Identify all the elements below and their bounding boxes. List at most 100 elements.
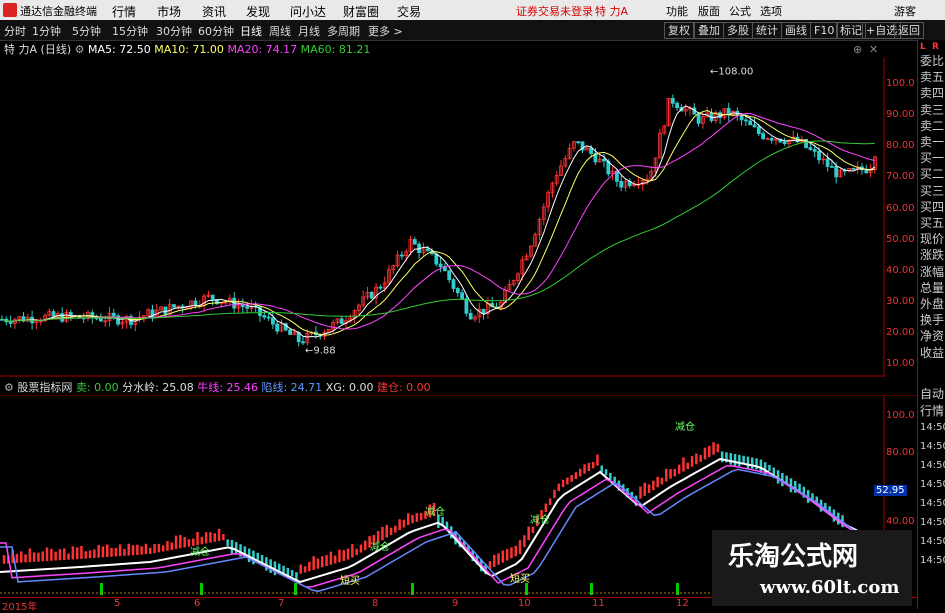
period-30min[interactable]: 30分钟 [156,23,192,39]
period-monthly[interactable]: 月线 [298,23,320,39]
indicator-bar [299,564,302,574]
indicator-bar [415,513,419,522]
time-label: 14:50 [920,441,945,452]
price-tick: 70.00 [886,171,915,182]
candle-body [301,341,305,344]
period-toolbar: 分时 1分钟 5分钟 15分钟 30分钟 60分钟 日线 周线 月线 多周期 更… [0,20,945,41]
indicator-bar [338,549,341,563]
side-tab[interactable]: 行情 [920,402,944,419]
candlestick-chart[interactable]: ←108.00 ←9.88 [0,57,917,377]
candle-body [696,113,701,124]
indicator-bar [579,468,582,477]
period-more[interactable]: 更多 > [368,23,403,39]
indicator-bar [106,544,109,558]
menu-wealth[interactable]: 财富圈 [343,3,379,20]
draw-button[interactable]: 画线 [781,22,811,39]
menu-market[interactable]: 行情 [112,3,136,20]
menu-discover[interactable]: 发现 [246,3,270,20]
menu-news[interactable]: 资讯 [202,3,226,20]
close-panel-icon[interactable]: ✕ [869,43,878,56]
indicator-bar [278,563,281,571]
period-timeshare[interactable]: 分时 [4,23,26,39]
indicator-bar [329,551,333,565]
login-warning[interactable]: 证券交易未登录 [516,3,593,19]
indicator-bar [325,555,328,567]
indicator-bar [20,551,23,563]
candle-body [378,286,383,289]
menu-trade[interactable]: 交易 [397,3,421,20]
overlay-button[interactable]: 叠加 [694,22,724,39]
menu-assistant[interactable]: 问小达 [290,3,326,20]
period-daily[interactable]: 日线 [240,23,262,39]
indicator-bar [570,475,573,482]
candle-body [834,166,839,178]
menu-options[interactable]: 选项 [760,3,782,19]
x-label-8: 8 [372,598,379,609]
indicator-bar [24,554,27,563]
candle-body [812,149,817,152]
indicator-bar [235,542,238,554]
candle-body [481,308,486,315]
ma5-line [1,105,876,338]
settings-icon[interactable]: ⚙ [75,43,85,56]
stats-button[interactable]: 统计 [752,22,782,39]
indicator-bar [686,462,689,470]
indicator-bar [196,532,199,546]
user-label[interactable]: 游客 [894,3,916,19]
zoom-icon[interactable]: ⊕ [853,43,862,56]
candle-body [369,291,374,299]
side-label: 涨幅 [920,264,945,279]
indicator-bar [295,572,298,580]
side-label: 买四 [920,199,945,214]
indicator-bar [67,553,70,560]
side-tab[interactable]: 自动 [920,385,944,402]
menu-formula[interactable]: 公式 [729,3,751,19]
candle-body [163,306,168,315]
indicator-bar [88,550,92,559]
indicator-bar [669,469,672,479]
indicator-bar [398,519,401,531]
indicator-tick: 40.00 [886,516,915,527]
period-multi[interactable]: 多周期 [327,23,360,39]
menu-function[interactable]: 功能 [666,3,688,19]
candle-body [726,108,731,115]
candle-body [51,311,56,317]
period-weekly[interactable]: 周线 [269,23,291,39]
side-tab-r-icon[interactable]: R [932,42,939,52]
candle-body [447,270,452,281]
back-button[interactable]: 返回 [894,22,924,39]
indicator-bar [505,549,509,561]
x-label-12: 12 [676,598,689,609]
indicator-bar [394,525,397,533]
indicator-bar [351,544,354,558]
menu-markets[interactable]: 市场 [157,3,181,20]
indicator-bar [389,527,393,536]
candle-body [412,239,417,245]
period-1min[interactable]: 1分钟 [32,23,61,39]
candle-body [262,315,267,318]
indicator-bar [441,516,444,525]
multi-stock-button[interactable]: 多股 [723,22,753,39]
period-15min[interactable]: 15分钟 [112,23,148,39]
indicator-tick: 80.00 [886,447,915,458]
indicator-bar [58,549,62,561]
period-60min[interactable]: 60分钟 [198,23,234,39]
f10-button[interactable]: F10 [810,22,839,39]
indicator-name: 股票指标网 [17,381,73,394]
menu-layout[interactable]: 版面 [698,3,720,19]
adjust-button[interactable]: 复权 [664,22,694,39]
indicator-bar [136,544,139,555]
ma20-line [1,112,876,330]
indicator-settings-icon[interactable]: ⚙ [4,381,14,394]
indicator-bar [604,469,608,476]
side-label: 卖二 [920,118,945,133]
side-label: 卖五 [920,70,945,85]
indicator-bar [37,552,40,562]
watermark-title: 乐淘公式网 [728,542,859,572]
indicator-bar [660,477,664,485]
time-label: 14:50 [920,422,945,433]
time-label: 14:50 [920,555,945,566]
candle-body [468,312,473,320]
side-tab-l-icon[interactable]: L [920,42,926,52]
period-5min[interactable]: 5分钟 [72,23,101,39]
